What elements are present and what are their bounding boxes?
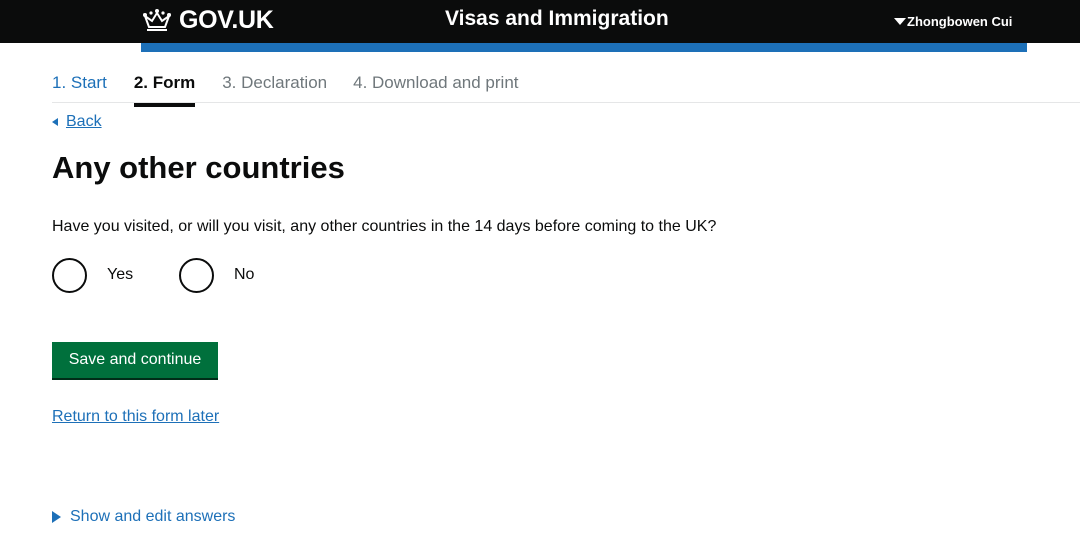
question-text: Have you visited, or will you visit, any… [52,218,717,235]
site-header: GOV.UK Visas and Immigration Zhongbowen … [0,0,1080,43]
radio-option-no[interactable]: No [179,257,254,293]
step-nav: 1. Start 2. Form 3. Declaration 4. Downl… [52,71,519,107]
radio-yes-circle[interactable] [52,257,87,293]
back-link[interactable]: Back [52,111,102,133]
radio-yes-label[interactable]: Yes [107,266,133,284]
show-edit-answers-label: Show and edit answers [70,508,236,525]
step-form-current: 2. Form [133,71,196,107]
step-start-link[interactable]: 1. Start [52,71,107,101]
user-menu[interactable]: Zhongbowen Cui [894,12,1012,30]
govuk-logo-link[interactable]: GOV.UK [141,5,274,35]
radio-option-yes[interactable]: Yes [52,257,133,293]
header-accent-bar [141,43,1027,52]
radio-no-label[interactable]: No [234,266,254,284]
show-edit-answers-toggle[interactable]: Show and edit answers [52,506,235,528]
caret-down-icon [894,17,906,25]
save-and-continue-button[interactable]: Save and continue [52,342,218,378]
user-name: Zhongbowen Cui [907,13,1013,29]
triangle-right-icon [52,511,61,523]
step-download-print: 4. Download and print [353,73,519,92]
service-name-link[interactable]: Visas and Immigration [445,6,669,32]
step-nav-divider [52,102,1080,103]
page-title: Any other countries [52,150,345,185]
crown-icon [141,7,173,33]
back-link-label: Back [66,113,102,130]
logo-text: GOV.UK [179,5,274,34]
return-later-link[interactable]: Return to this form later [52,408,219,430]
radio-no-circle[interactable] [179,257,214,293]
triangle-left-icon [52,118,58,126]
step-declaration: 3. Declaration [222,73,328,92]
